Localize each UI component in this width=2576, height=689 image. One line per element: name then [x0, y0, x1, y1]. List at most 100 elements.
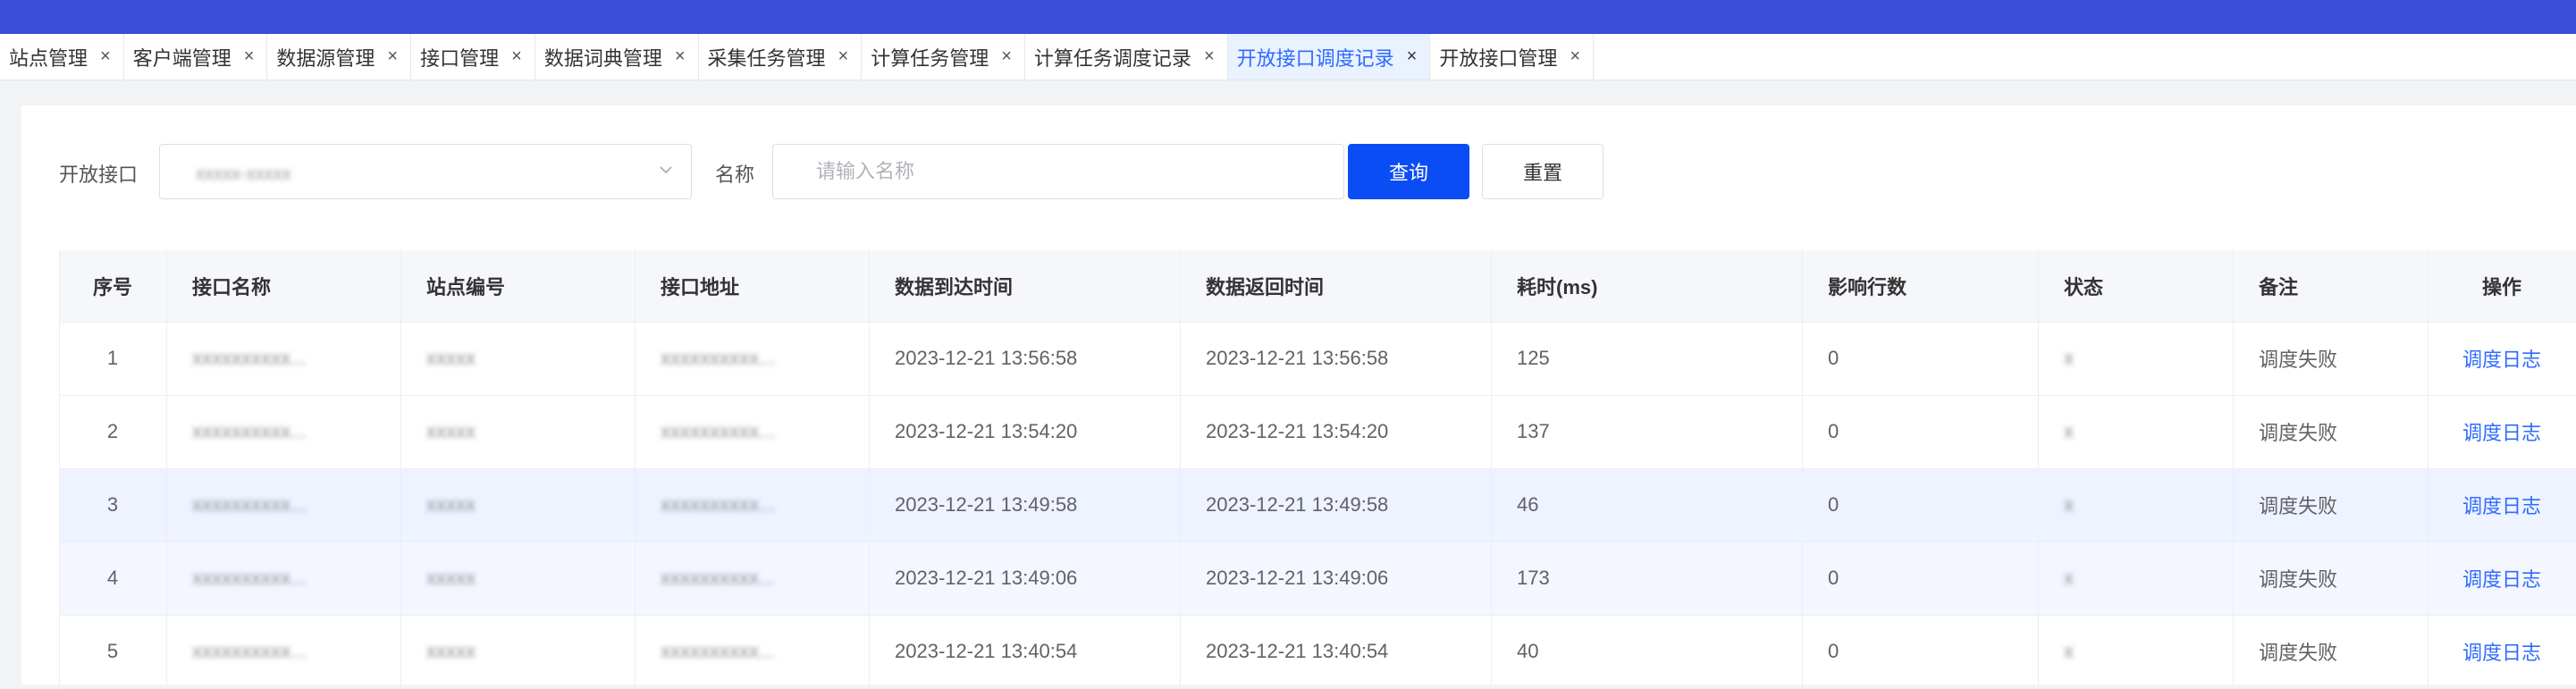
tab-label: 开放接口调度记录 [1237, 43, 1394, 71]
redacted-text: x [2064, 640, 2074, 663]
tab-9[interactable]: 开放接口管理 × [1430, 34, 1594, 80]
cell-text: 2023-12-21 13:49:58 [895, 493, 1077, 516]
close-icon[interactable]: × [1570, 46, 1580, 67]
name-label: 名称 [715, 159, 754, 188]
cell-text: 2 [107, 420, 118, 442]
tab-label: 计算任务管理 [871, 43, 989, 71]
cell-index: 4 [60, 542, 167, 615]
tab-2[interactable]: 数据源管理 × [267, 34, 411, 80]
cell-text: 2023-12-21 13:54:20 [1206, 420, 1388, 442]
tab-1[interactable]: 客户端管理 × [124, 34, 268, 80]
column-header: 耗时(ms) [1492, 250, 1803, 322]
schedule-log-link[interactable]: 调度日志 [2462, 495, 2541, 517]
redacted-text: xxxxxxxxxx... [661, 493, 775, 517]
cell-return-time: 2023-12-21 13:56:58 [1181, 322, 1492, 395]
column-header: 影响行数 [1803, 250, 2039, 322]
close-icon[interactable]: × [387, 46, 398, 67]
close-icon[interactable]: × [1204, 46, 1215, 67]
name-input[interactable] [772, 144, 1344, 199]
tab-3[interactable]: 接口管理 × [411, 34, 535, 80]
query-button[interactable]: 查询 [1348, 144, 1469, 199]
column-header: 操作 [2429, 250, 2576, 322]
tab-label: 开放接口管理 [1439, 43, 1557, 71]
tab-label: 站点管理 [9, 43, 88, 71]
cell-text: 0 [1828, 347, 1839, 369]
column-header: 备注 [2234, 250, 2429, 322]
cell-text: 1 [107, 347, 118, 369]
close-icon[interactable]: × [838, 46, 849, 67]
redacted-text: xxxxx [426, 420, 476, 443]
cell-api-url: xxxxxxxxxx... [636, 322, 870, 395]
reset-button[interactable]: 重置 [1482, 144, 1604, 199]
redacted-text: xxxxxxxxxx... [661, 567, 775, 590]
redacted-text: xxxxxxxxxx... [192, 420, 307, 443]
tab-label: 数据源管理 [276, 43, 375, 71]
tab-8[interactable]: 开放接口调度记录 × [1228, 34, 1431, 80]
cell-api-name: xxxxxxxxxx... [167, 615, 401, 688]
close-icon[interactable]: × [675, 46, 686, 67]
tab-label: 客户端管理 [133, 43, 232, 71]
cell-text: 2023-12-21 13:56:58 [895, 347, 1077, 369]
cell-index: 5 [60, 615, 167, 688]
records-table: 序号接口名称站点编号接口地址数据到达时间数据返回时间耗时(ms)影响行数状态备注… [59, 250, 2576, 689]
open-api-label: 开放接口 [59, 159, 138, 188]
schedule-log-link[interactable]: 调度日志 [2462, 568, 2541, 591]
redacted-text: xxxxx [426, 347, 476, 370]
cell-text: 调度失败 [2259, 642, 2337, 664]
cell-text: 0 [1828, 640, 1839, 662]
cell-api-url: xxxxxxxxxx... [636, 395, 870, 468]
cell-text: 调度失败 [2259, 349, 2337, 371]
schedule-log-link[interactable]: 调度日志 [2462, 349, 2541, 371]
table-header-row: 序号接口名称站点编号接口地址数据到达时间数据返回时间耗时(ms)影响行数状态备注… [60, 250, 2576, 322]
close-icon[interactable]: × [244, 46, 255, 67]
tab-5[interactable]: 采集任务管理 × [699, 34, 863, 80]
tab-label: 接口管理 [420, 43, 499, 71]
cell-remark: 调度失败 [2234, 542, 2429, 615]
schedule-log-link[interactable]: 调度日志 [2462, 422, 2541, 444]
cell-arrive-time: 2023-12-21 13:56:58 [870, 322, 1181, 395]
tab-bar: 站点管理×客户端管理×数据源管理×接口管理×数据词典管理×采集任务管理×计算任务… [0, 34, 2576, 80]
cell-text: 125 [1517, 347, 1550, 369]
tab-4[interactable]: 数据词典管理× [535, 34, 699, 80]
cell-api-name: xxxxxxxxxx... [167, 542, 401, 615]
cell-site-code: xxxxx [401, 395, 636, 468]
cell-text: 调度失败 [2259, 495, 2337, 517]
cell-api-name: xxxxxxxxxx... [167, 395, 401, 468]
redacted-text: x [2064, 493, 2074, 517]
cell-text: 2023-12-21 13:40:54 [895, 640, 1077, 662]
cell-cost-ms: 125 [1492, 322, 1803, 395]
redacted-text: xxxxx [426, 493, 476, 517]
tab-label: 采集任务管理 [708, 43, 826, 71]
cell-text: 2023-12-21 13:54:20 [895, 420, 1077, 442]
table-row: 1 xxxxxxxxxx... xxxxx xxxxxxxxxx... 2023-12-… [60, 322, 2576, 395]
cell-api-name: xxxxxxxxxx... [167, 468, 401, 542]
close-icon[interactable]: × [1001, 46, 1012, 67]
cell-api-name: xxxxxxxxxx... [167, 322, 401, 395]
cell-status: x [2039, 542, 2234, 615]
redacted-text: x [2064, 420, 2074, 443]
tab-7[interactable]: 计算任务调度记录× [1025, 34, 1228, 80]
records-table-wrapper: 序号接口名称站点编号接口地址数据到达时间数据返回时间耗时(ms)影响行数状态备注… [59, 250, 2576, 689]
tab-0[interactable]: 站点管理 × [0, 34, 124, 80]
column-header: 接口名称 [167, 250, 401, 322]
cell-text: 46 [1517, 493, 1538, 516]
schedule-log-link[interactable]: 调度日志 [2462, 642, 2541, 664]
redacted-text: xxxxxxxxxx... [661, 640, 775, 663]
close-icon[interactable]: × [511, 46, 522, 67]
cell-text: 0 [1828, 493, 1839, 516]
cell-text: 2023-12-21 13:40:54 [1206, 640, 1388, 662]
cell-remark: 调度失败 [2234, 615, 2429, 688]
cell-cost-ms: 40 [1492, 615, 1803, 688]
cell-affected-rows: 0 [1803, 615, 2039, 688]
cell-text: 3 [107, 493, 118, 516]
cell-action: 调度日志 [2429, 542, 2576, 615]
close-icon[interactable]: × [100, 46, 111, 67]
redacted-text: x [2064, 347, 2074, 370]
cell-action: 调度日志 [2429, 615, 2576, 688]
close-icon[interactable]: × [1407, 46, 1418, 67]
open-api-select[interactable]: xxxxx-xxxxx [159, 144, 692, 199]
table-row: 4xxxxxxxxxx...xxxxxxxxxxxxxxx...2023-12-… [60, 542, 2576, 615]
column-header: 序号 [60, 250, 167, 322]
tab-6[interactable]: 计算任务管理 × [862, 34, 1025, 80]
cell-arrive-time: 2023-12-21 13:49:06 [870, 542, 1181, 615]
